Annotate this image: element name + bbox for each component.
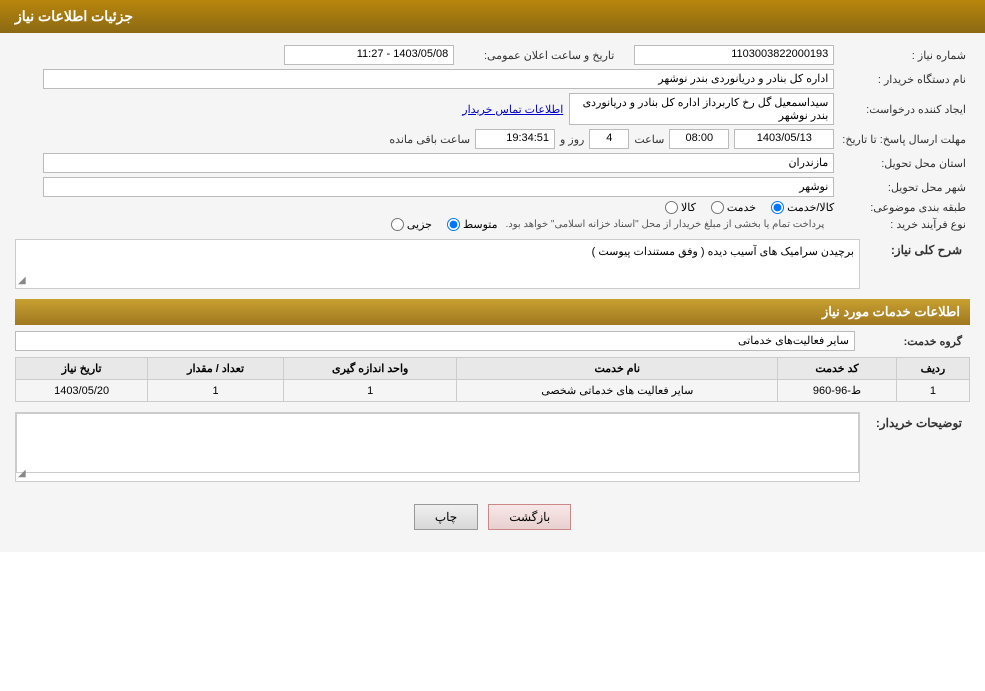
radio-kala[interactable] [665, 201, 678, 214]
radio-khedmat-item: خدمت [711, 201, 756, 214]
shahr-label: شهر محل تحویل: [838, 175, 970, 199]
time-value: 19:34:51 [475, 129, 555, 149]
ijad-cell: سیداسمعیل گل رخ کاربرداز اداره کل بنادر … [458, 91, 838, 127]
table-row: 1ط-96-960سایر فعالیت های خدماتی شخصی1114… [16, 380, 970, 402]
tabaghe-label: طبقه بندی موضوعی: [838, 199, 970, 216]
radio-kala-item: کالا [665, 201, 696, 214]
main-info-table: شماره نیاز : 1103003822000193 تاریخ و سا… [15, 43, 970, 233]
radio-kala-khedmat-label: کالا/خدمت [787, 201, 834, 214]
row-shomare: شماره نیاز : 1103003822000193 تاریخ و سا… [15, 43, 970, 67]
back-button[interactable]: بازگشت [488, 504, 571, 530]
col-1: کد خدمت [778, 358, 897, 380]
shahr-value: نوشهر [43, 177, 834, 197]
shomare-cell: 1103003822000193 [618, 43, 838, 67]
services-section-header: اطلاعات خدمات مورد نیاز [15, 299, 970, 325]
page-header: جزئیات اطلاعات نیاز [0, 0, 985, 33]
shomare-label: شماره نیاز : [838, 43, 970, 67]
saat-label: ساعت [634, 133, 664, 146]
mohlat-label: مهلت ارسال پاسخ: تا تاریخ: [838, 127, 970, 151]
tozi-input[interactable] [16, 413, 859, 473]
shahr-cell: نوشهر [15, 175, 838, 199]
row-ijad: ایجاد کننده درخواست: سیداسمعیل گل رخ کار… [15, 91, 970, 127]
radio-jozyi-label: جزیی [407, 218, 432, 231]
radio-khedmat-label: خدمت [727, 201, 756, 214]
farayand-cell: جزیی متوسط پرداخت تمام یا بخشی از مبلغ خ… [15, 216, 838, 233]
roz-value: 4 [589, 129, 629, 149]
page-title: جزئیات اطلاعات نیاز [15, 8, 133, 24]
row-mohlat: مهلت ارسال پاسخ: تا تاریخ: ساعت باقی مان… [15, 127, 970, 151]
grohe-value: سایر فعالیت‌های خدماتی [15, 331, 855, 351]
radio-jozyi[interactable] [391, 218, 404, 231]
farayand-label: نوع فرآیند خرید : [838, 216, 970, 233]
sharh-value: برچیدن سرامیک های آسیب دیده ( وفق مستندا… [592, 246, 854, 258]
mohlat-cell: ساعت باقی مانده 19:34:51 روز و 4 ساعت 08… [15, 127, 838, 151]
grohe-row: گروه خدمت: سایر فعالیت‌های خدماتی [15, 331, 970, 351]
sharh-container: برچیدن سرامیک های آسیب دیده ( وفق مستندا… [15, 239, 860, 289]
tozi-label: توضیحات خریدار: [860, 412, 970, 430]
shomare-value: 1103003822000193 [634, 45, 834, 65]
grohe-label: گروه خدمت: [860, 335, 970, 348]
ostan-label: استان محل تحویل: [838, 151, 970, 175]
farayand-note: پرداخت تمام یا بخشی از مبلغ خریدار از مح… [506, 219, 825, 230]
resize-icon: ◢ [18, 275, 26, 286]
print-button[interactable]: چاپ [414, 504, 478, 530]
buttons-row: بازگشت چاپ [15, 492, 970, 542]
tarikh-value: 1403/05/08 - 11:27 [284, 45, 454, 65]
col-2: نام خدمت [457, 358, 778, 380]
baghimande-label: ساعت باقی مانده [389, 133, 470, 146]
radio-kala-khedmat-item: کالا/خدمت [771, 201, 834, 214]
radio-motavasset-item: متوسط [447, 218, 498, 231]
row-farayand: نوع فرآیند خرید : جزیی متوسط [15, 216, 970, 233]
col-5: تاریخ نیاز [16, 358, 148, 380]
radio-kala-label: کالا [681, 201, 696, 214]
tarikh-cell: 1403/05/08 - 11:27 [15, 43, 458, 67]
col-0: ردیف [896, 358, 969, 380]
services-header-row: ردیفکد خدمتنام خدمتواحد اندازه گیریتعداد… [16, 358, 970, 380]
ostan-cell: مازندران [15, 151, 838, 175]
row-ostan: استان محل تحویل: مازندران [15, 151, 970, 175]
row-shahr: شهر محل تحویل: نوشهر [15, 175, 970, 199]
dastgah-label: نام دستگاه خریدار : [838, 67, 970, 91]
date-value: 1403/05/13 [734, 129, 834, 149]
radio-kala-khedmat[interactable] [771, 201, 784, 214]
content-area: شماره نیاز : 1103003822000193 تاریخ و سا… [0, 33, 985, 552]
empty-cell [15, 91, 458, 127]
saat-value: 08:00 [669, 129, 729, 149]
col-3: واحد اندازه گیری [283, 358, 456, 380]
dastgah-cell: اداره کل بنادر و دریانوردی بندر نوشهر [15, 67, 838, 91]
sharh-label: شرح کلی نیاز: [860, 239, 970, 257]
page-wrapper: جزئیات اطلاعات نیاز شماره نیاز : 1103003… [0, 0, 985, 691]
sharh-row: شرح کلی نیاز: برچیدن سرامیک های آسیب دید… [15, 239, 970, 289]
radio-khedmat[interactable] [711, 201, 724, 214]
services-table: ردیفکد خدمتنام خدمتواحد اندازه گیریتعداد… [15, 357, 970, 402]
radio-motavasset[interactable] [447, 218, 460, 231]
col-4: تعداد / مقدار [148, 358, 284, 380]
tarikh-label: تاریخ و ساعت اعلان عمومی: [458, 43, 618, 67]
services-table-head: ردیفکد خدمتنام خدمتواحد اندازه گیریتعداد… [16, 358, 970, 380]
tabaghe-cell: کالا خدمت کالا/خدمت [15, 199, 838, 216]
ettelaat-link[interactable]: اطلاعات تماس خریدار [462, 103, 563, 116]
row-dastgah: نام دستگاه خریدار : اداره کل بنادر و دری… [15, 67, 970, 91]
ijad-value: سیداسمعیل گل رخ کاربرداز اداره کل بنادر … [569, 93, 834, 125]
radio-motavasset-label: متوسط [463, 218, 498, 231]
ostan-value: مازندران [43, 153, 834, 173]
dastgah-value: اداره کل بنادر و دریانوردی بندر نوشهر [43, 69, 834, 89]
tozi-container: ◢ [15, 412, 860, 482]
tozi-resize-icon: ◢ [18, 468, 26, 479]
radio-jozyi-item: جزیی [391, 218, 432, 231]
services-section-title: اطلاعات خدمات مورد نیاز [822, 304, 960, 319]
tozi-row: توضیحات خریدار: ◢ [15, 412, 970, 482]
row-tabaghe: طبقه بندی موضوعی: کالا خدمت کالا/خدمت [15, 199, 970, 216]
ijad-label: ایجاد کننده درخواست: [838, 91, 970, 127]
services-table-body: 1ط-96-960سایر فعالیت های خدماتی شخصی1114… [16, 380, 970, 402]
roz-label: روز و [560, 133, 584, 146]
